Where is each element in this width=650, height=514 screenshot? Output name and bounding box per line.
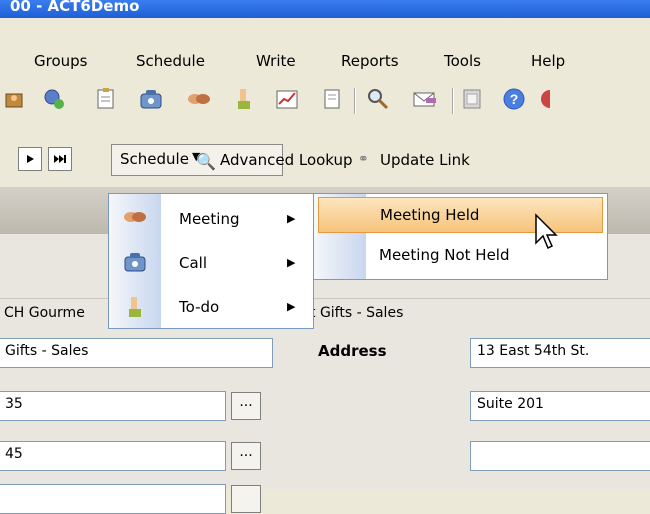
call-icon bbox=[123, 251, 147, 275]
play-icon bbox=[27, 155, 34, 163]
menu-item-todo[interactable]: To-do ▶ bbox=[109, 290, 313, 324]
next-record-button[interactable] bbox=[18, 147, 42, 171]
department-field[interactable]: Gifts - Sales bbox=[0, 338, 273, 368]
navigation-bar: Schedule ▼ 🔍 Advanced Lookup ⚭ Update Li… bbox=[0, 138, 650, 182]
submenu-arrow-icon: ▶ bbox=[287, 212, 296, 225]
menu-groups[interactable]: Groups bbox=[34, 52, 87, 70]
fax-more-button[interactable]: ... bbox=[231, 442, 261, 470]
menu-bar: Groups Schedule Write Reports Tools Help bbox=[0, 42, 650, 78]
update-link-button[interactable]: Update Link bbox=[380, 151, 470, 169]
email-icon[interactable] bbox=[411, 86, 439, 112]
submenu-arrow-icon: ▶ bbox=[287, 300, 296, 313]
menu-reports[interactable]: Reports bbox=[341, 52, 399, 70]
address-line1-field[interactable]: 13 East 54th St. bbox=[470, 338, 650, 368]
search-icon[interactable] bbox=[364, 86, 392, 112]
toolbar: ? bbox=[0, 78, 650, 128]
schedule-dropdown-menu: Meeting ▶ Call ▶ To-do ▶ bbox=[108, 193, 314, 329]
link-icon: ⚭ bbox=[358, 152, 369, 167]
company-field-continued[interactable]: t Gifts - Sales bbox=[310, 305, 403, 321]
todo-icon[interactable] bbox=[230, 86, 258, 112]
next-more-button[interactable] bbox=[231, 485, 261, 513]
address-label: Address bbox=[318, 342, 387, 360]
fax-field[interactable]: 45 bbox=[0, 441, 226, 471]
mouse-cursor-icon bbox=[535, 213, 558, 250]
call-icon[interactable] bbox=[137, 86, 165, 112]
menu-schedule[interactable]: Schedule bbox=[136, 52, 205, 70]
schedule-label: Schedule bbox=[120, 150, 189, 168]
company-field[interactable]: CH Gourme bbox=[4, 305, 85, 321]
menu-item-meeting-not-held[interactable]: Meeting Not Held bbox=[314, 238, 607, 274]
calendar-icon[interactable] bbox=[458, 86, 486, 112]
phone-field[interactable]: 35 bbox=[0, 391, 226, 421]
menu-tools[interactable]: Tools bbox=[444, 52, 481, 70]
address-line3-field[interactable] bbox=[470, 441, 650, 471]
window-title-bar: 00 - ACT6Demo bbox=[0, 0, 650, 18]
fast-forward-icon bbox=[54, 155, 66, 163]
contacts-icon[interactable] bbox=[0, 86, 28, 112]
address-line2-field[interactable]: Suite 201 bbox=[470, 391, 650, 421]
toolbar-separator bbox=[452, 88, 454, 114]
meeting-icon bbox=[123, 207, 147, 231]
svg-text:?: ? bbox=[510, 91, 519, 107]
menu-item-meeting[interactable]: Meeting ▶ bbox=[109, 202, 313, 236]
menu-write[interactable]: Write bbox=[256, 52, 296, 70]
document-icon[interactable] bbox=[318, 86, 346, 112]
notes-icon[interactable] bbox=[92, 86, 120, 112]
toolbar-separator bbox=[354, 88, 356, 114]
meeting-submenu: Meeting Held Meeting Not Held bbox=[313, 193, 608, 280]
menu-help[interactable]: Help bbox=[531, 52, 565, 70]
meeting-icon[interactable] bbox=[185, 86, 213, 112]
lookup-magnifier-icon: 🔍 bbox=[196, 152, 216, 171]
submenu-arrow-icon: ▶ bbox=[287, 256, 296, 269]
lookup-icon[interactable] bbox=[40, 86, 68, 112]
last-record-button[interactable] bbox=[48, 147, 72, 171]
advanced-lookup-button[interactable]: Advanced Lookup bbox=[220, 151, 353, 169]
todo-icon bbox=[123, 295, 147, 319]
menu-item-call[interactable]: Call ▶ bbox=[109, 246, 313, 280]
help-icon[interactable]: ? bbox=[500, 86, 528, 112]
chart-icon[interactable] bbox=[273, 86, 301, 112]
partial-icon[interactable] bbox=[538, 86, 550, 112]
phone-more-button[interactable]: ... bbox=[231, 392, 261, 420]
window-title: 00 - ACT6Demo bbox=[10, 0, 140, 15]
